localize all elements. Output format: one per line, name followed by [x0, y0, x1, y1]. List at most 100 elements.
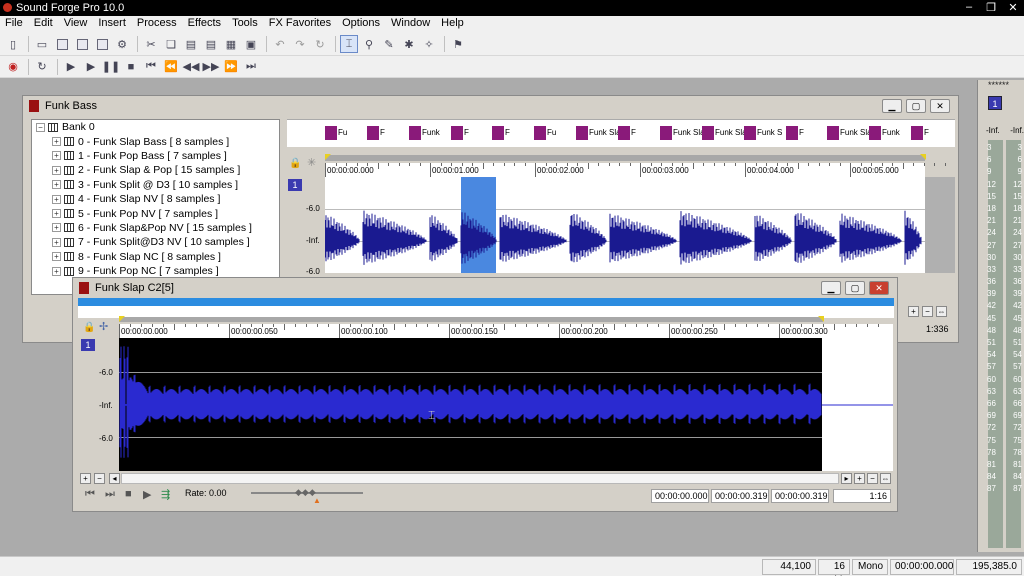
expand-icon[interactable]: +: [52, 209, 61, 219]
pencil-tool-icon[interactable]: ✎: [380, 35, 398, 53]
marker-flag[interactable]: [576, 126, 588, 140]
zoom-in-button[interactable]: +: [908, 306, 919, 317]
repeat-icon[interactable]: ↻: [311, 35, 329, 53]
tree-item[interactable]: +5 - Funk Pop NV [ 7 samples ]: [32, 206, 279, 220]
scroll-left-button[interactable]: ◂: [109, 473, 120, 484]
go-to-end-icon[interactable]: ⏭: [242, 58, 260, 76]
funk-bass-waveform-area[interactable]: [325, 177, 955, 273]
tree-item[interactable]: +0 - Funk Slap Bass [ 8 samples ]: [32, 134, 279, 148]
rewind-fast-icon[interactable]: ◀◀: [182, 58, 200, 76]
menu-view[interactable]: View: [59, 16, 94, 33]
edit-tool-icon[interactable]: ⌶: [340, 35, 358, 53]
marker-flag[interactable]: [744, 126, 756, 140]
expand-icon[interactable]: +: [52, 180, 61, 190]
minimize-button[interactable]: ▁: [882, 99, 902, 113]
marker-flag[interactable]: [492, 126, 504, 140]
envelope-tool-icon[interactable]: ✱: [400, 35, 418, 53]
undo-icon[interactable]: ↶: [271, 35, 289, 53]
event-tool-icon[interactable]: ✧: [420, 35, 438, 53]
marker-flag[interactable]: [911, 126, 923, 140]
tree-item[interactable]: +1 - Funk Pop Bass [ 7 samples ]: [32, 149, 279, 163]
marker-flag[interactable]: [534, 126, 546, 140]
menu-options[interactable]: Options: [337, 16, 386, 33]
range-bar[interactable]: [325, 155, 925, 161]
tree-root[interactable]: − Bank 0: [32, 120, 279, 134]
zoom-fit-button[interactable]: ⇔: [880, 473, 891, 484]
magnify-tool-icon[interactable]: ⚲: [360, 35, 378, 53]
redo-icon[interactable]: ↷: [291, 35, 309, 53]
go-to-start-icon[interactable]: ⏮: [85, 488, 95, 501]
marker-flag[interactable]: [325, 126, 337, 140]
forward-icon[interactable]: ⏩: [222, 58, 240, 76]
zoom-out-button[interactable]: −: [922, 306, 933, 317]
play-icon[interactable]: ▶: [143, 488, 151, 501]
open-icon[interactable]: ▭: [33, 35, 51, 53]
tree-item[interactable]: +3 - Funk Split @ D3 [ 10 samples ]: [32, 178, 279, 192]
menu-file[interactable]: File: [0, 16, 29, 33]
marker-flag[interactable]: [660, 126, 672, 140]
new-icon[interactable]: ▯: [4, 35, 22, 53]
zoom-in-button-2[interactable]: +: [854, 473, 865, 484]
find-icon[interactable]: ⚑: [449, 35, 467, 53]
marker-flag[interactable]: [827, 126, 839, 140]
expand-icon[interactable]: +: [52, 266, 61, 276]
selection-start[interactable]: 00:00:00.000: [651, 489, 709, 503]
expand-icon[interactable]: +: [52, 151, 61, 161]
save-all-icon[interactable]: [73, 35, 91, 53]
marker-flag[interactable]: [451, 126, 463, 140]
play-looped-icon[interactable]: ⇶: [161, 488, 170, 501]
close-icon[interactable]: ✕: [1004, 1, 1022, 14]
range-bar[interactable]: [119, 317, 823, 322]
zoom-out-button-2[interactable]: −: [867, 473, 878, 484]
maximize-button[interactable]: ▢: [906, 99, 926, 113]
minimize-button[interactable]: ▁: [821, 281, 841, 295]
marker-flag[interactable]: [409, 126, 421, 140]
menu-window[interactable]: Window: [386, 16, 436, 33]
lock-icon[interactable]: 🔒: [289, 158, 301, 169]
paste-special-icon[interactable]: ▤: [202, 35, 220, 53]
stop-icon[interactable]: ■: [125, 488, 132, 500]
marker-flag[interactable]: [786, 126, 798, 140]
expand-icon[interactable]: +: [52, 223, 61, 233]
menu-help[interactable]: Help: [436, 16, 470, 33]
menu-tools[interactable]: Tools: [227, 16, 264, 33]
snap-icon[interactable]: ✢: [99, 320, 108, 333]
go-to-start-icon[interactable]: ⏮: [142, 58, 160, 76]
expand-icon[interactable]: +: [52, 165, 61, 175]
selection-length[interactable]: 00:00:00.319: [771, 489, 829, 503]
channel-number[interactable]: 1: [81, 339, 95, 351]
tree-item[interactable]: +8 - Funk Slap NC [ 8 samples ]: [32, 250, 279, 264]
minimize-icon[interactable]: ‒: [960, 1, 978, 14]
mix-icon[interactable]: ▦: [222, 35, 240, 53]
copy-icon[interactable]: ❏: [162, 35, 180, 53]
marker-flag[interactable]: [367, 126, 379, 140]
marker-flag[interactable]: [869, 126, 881, 140]
menu-insert[interactable]: Insert: [93, 16, 132, 33]
restore-icon[interactable]: ❐: [982, 1, 1000, 14]
expand-icon[interactable]: +: [52, 252, 61, 262]
paste-icon[interactable]: ▤: [182, 35, 200, 53]
lock-icon[interactable]: 🔒: [83, 322, 95, 333]
menu-process[interactable]: Process: [132, 16, 183, 33]
zoom-fit-button[interactable]: ⇔: [936, 306, 947, 317]
expand-icon[interactable]: +: [52, 237, 61, 247]
marker-flag[interactable]: [702, 126, 714, 140]
properties-icon[interactable]: ⚙: [113, 35, 131, 53]
selection-end[interactable]: 00:00:00.319: [711, 489, 769, 503]
pause-icon[interactable]: ❚❚: [102, 58, 120, 76]
menu-edit[interactable]: Edit: [29, 16, 59, 33]
channel-number[interactable]: 1: [288, 179, 302, 191]
close-button[interactable]: ✕: [930, 99, 950, 113]
forward-fast-icon[interactable]: ▶▶: [202, 58, 220, 76]
play-all-icon[interactable]: ▶: [62, 58, 80, 76]
loop-icon[interactable]: ↻: [33, 58, 51, 76]
marker-flag[interactable]: [618, 126, 630, 140]
stop-icon[interactable]: ■: [122, 58, 140, 76]
expand-icon[interactable]: +: [52, 194, 61, 204]
maximize-button[interactable]: ▢: [845, 281, 865, 295]
menu-fx-favorites[interactable]: FX Favorites: [264, 16, 337, 33]
expand-icon[interactable]: +: [52, 137, 61, 147]
meter-channel[interactable]: 1: [988, 96, 1002, 110]
play-icon[interactable]: ▶: [82, 58, 100, 76]
scroll-right-button[interactable]: ▸: [841, 473, 852, 484]
